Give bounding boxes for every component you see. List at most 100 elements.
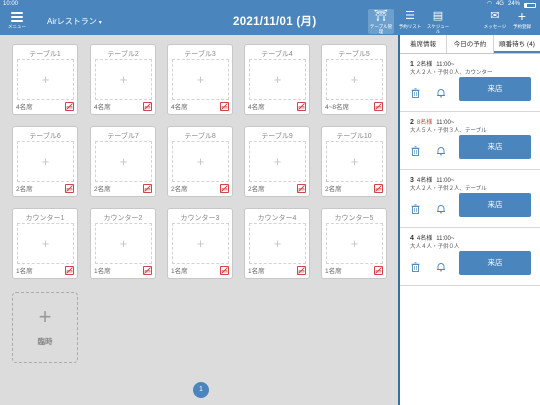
- menu-label: メニュー: [8, 24, 26, 30]
- waiting-list-item[interactable]: 2 8名様 11:00~ 大人５人・子供３人、テーブル 来店: [400, 113, 540, 170]
- table-drop-area[interactable]: +: [326, 141, 383, 182]
- bell-icon[interactable]: [436, 259, 446, 277]
- table-drop-area[interactable]: +: [17, 141, 74, 182]
- tool-label: 予約登録: [513, 24, 531, 29]
- store-selector[interactable]: Airレストラン ▾: [47, 16, 102, 27]
- table-card[interactable]: テーブル9 +2名席: [244, 126, 310, 197]
- tab-seating-info[interactable]: 着席情報: [400, 35, 447, 53]
- smoking-status-icon: [65, 266, 74, 275]
- table-drop-area[interactable]: +: [249, 223, 306, 264]
- smoking-status-icon: [220, 266, 229, 275]
- table-card[interactable]: テーブル8 +2名席: [167, 126, 233, 197]
- page-indicator[interactable]: 1: [193, 382, 209, 398]
- table-drop-area[interactable]: +: [95, 59, 152, 100]
- table-name: テーブル9: [261, 133, 293, 140]
- table-seat-count: 2名席: [248, 186, 265, 193]
- table-card[interactable]: カウンター1 +1名席: [12, 208, 78, 279]
- table-seat-count: 2名席: [325, 186, 342, 193]
- table-seat-count: 4名席: [248, 104, 265, 111]
- schedule-button[interactable]: ▤ スケジュール: [425, 9, 451, 34]
- table-card[interactable]: テーブル1 +4名席: [12, 44, 78, 115]
- table-card[interactable]: テーブル3 +4名席: [167, 44, 233, 115]
- table-name: カウンター2: [103, 215, 143, 222]
- table-drop-area[interactable]: +: [95, 141, 152, 182]
- waiting-list-item[interactable]: 3 4名様 11:00~ 大人２人・子供２人、テーブル 来店: [400, 171, 540, 228]
- status-bar: 10:00 ◠ 4G 24%: [0, 0, 540, 8]
- trash-icon[interactable]: [411, 201, 420, 219]
- check-in-button[interactable]: 来店: [459, 135, 531, 159]
- check-in-button[interactable]: 来店: [459, 251, 531, 275]
- table-name: テーブル5: [338, 51, 370, 58]
- table-drop-area[interactable]: +: [172, 141, 229, 182]
- status-indicators: ◠ 4G 24%: [487, 0, 536, 8]
- plus-icon: +: [350, 72, 359, 87]
- check-in-button[interactable]: 来店: [459, 193, 531, 217]
- current-date: 2021/11/01 (月): [233, 16, 317, 28]
- table-card[interactable]: テーブル4 +4名席: [244, 44, 310, 115]
- reservation-list-button[interactable]: ☰ 予約リスト: [397, 9, 423, 34]
- party-detail: 大人２人・子供０人、カウンター: [410, 70, 493, 76]
- trash-icon[interactable]: [411, 85, 420, 103]
- bell-icon[interactable]: [436, 85, 446, 103]
- top-navigation-bar: メニュー Airレストラン ▾ 2021/11/01 (月) ⛩ テーブル管理 ☰…: [0, 8, 540, 35]
- waiting-summary: 4 4名様 11:00~: [410, 233, 454, 242]
- plus-icon: +: [196, 72, 205, 87]
- plus-icon: +: [38, 304, 52, 329]
- table-drop-area[interactable]: +: [17, 223, 74, 264]
- tab-todays-reservations[interactable]: 今日の予約: [447, 35, 494, 53]
- table-card[interactable]: カウンター2 +1名席: [90, 208, 156, 279]
- battery-percent: 24%: [507, 1, 520, 7]
- trash-icon[interactable]: [411, 143, 420, 161]
- table-drop-area[interactable]: +: [172, 223, 229, 264]
- plus-icon: +: [196, 154, 205, 169]
- table-name: カウンター1: [25, 215, 65, 222]
- table-seat-count: 1名席: [16, 268, 33, 275]
- list-icon: ☰: [405, 10, 415, 22]
- tab-waiting-list[interactable]: 順番待ち (4): [494, 35, 540, 53]
- table-drop-area[interactable]: +: [17, 59, 74, 100]
- table-card[interactable]: カウンター4 +1名席: [244, 208, 310, 279]
- table-drop-area[interactable]: +: [95, 223, 152, 264]
- plus-icon: +: [41, 72, 50, 87]
- table-card[interactable]: テーブル6 +2名席: [12, 126, 78, 197]
- table-card[interactable]: カウンター3 +1名席: [167, 208, 233, 279]
- table-management-button[interactable]: ⛩ テーブル管理: [368, 9, 394, 34]
- table-drop-area[interactable]: +: [326, 223, 383, 264]
- message-button[interactable]: ✉ メッセージ: [482, 9, 508, 34]
- table-card[interactable]: カウンター5 +1名席: [321, 208, 387, 279]
- menu-button[interactable]: メニュー: [5, 10, 29, 29]
- table-card[interactable]: テーブル7 +2名席: [90, 126, 156, 197]
- smoking-status-icon: [374, 102, 383, 111]
- table-seat-count: 2名席: [16, 186, 33, 193]
- table-name: テーブル7: [107, 133, 139, 140]
- waiting-list-item[interactable]: 1 2名様 11:00~ 大人２人・子供０人、カウンター 来店: [400, 55, 540, 112]
- table-drop-area[interactable]: +: [326, 59, 383, 100]
- table-icon: ⛩: [374, 10, 388, 22]
- chevron-down-icon: ▾: [98, 20, 102, 26]
- bell-icon[interactable]: [436, 143, 446, 161]
- table-seat-count: 1名席: [325, 268, 342, 275]
- hamburger-icon: [11, 12, 23, 22]
- table-seat-count: 2名席: [171, 186, 188, 193]
- plus-icon: +: [196, 236, 205, 251]
- check-in-button[interactable]: 来店: [459, 77, 531, 101]
- waiting-list-item[interactable]: 4 4名様 11:00~ 大人４人・子供０人 来店: [400, 229, 540, 286]
- table-drop-area[interactable]: +: [249, 59, 306, 100]
- table-card[interactable]: テーブル10 +2名席: [321, 126, 387, 197]
- add-reservation-button[interactable]: + 予約登録: [509, 9, 535, 34]
- trash-icon[interactable]: [411, 259, 420, 277]
- table-name: テーブル10: [336, 133, 372, 140]
- plus-icon: +: [350, 236, 359, 251]
- table-name: テーブル4: [261, 51, 293, 58]
- table-card[interactable]: テーブル5 +4~8名席: [321, 44, 387, 115]
- plus-icon: +: [119, 236, 128, 251]
- table-drop-area[interactable]: +: [172, 59, 229, 100]
- bell-icon[interactable]: [436, 201, 446, 219]
- smoking-status-icon: [65, 102, 74, 111]
- table-name: カウンター3: [180, 215, 220, 222]
- waiting-summary: 3 4名様 11:00~: [410, 175, 454, 184]
- panel-tabs: 着席情報 今日の予約 順番待ち (4): [400, 35, 540, 54]
- table-card[interactable]: テーブル2 +4名席: [90, 44, 156, 115]
- table-drop-area[interactable]: +: [249, 141, 306, 182]
- temporary-seat-button[interactable]: + 臨時: [12, 292, 78, 363]
